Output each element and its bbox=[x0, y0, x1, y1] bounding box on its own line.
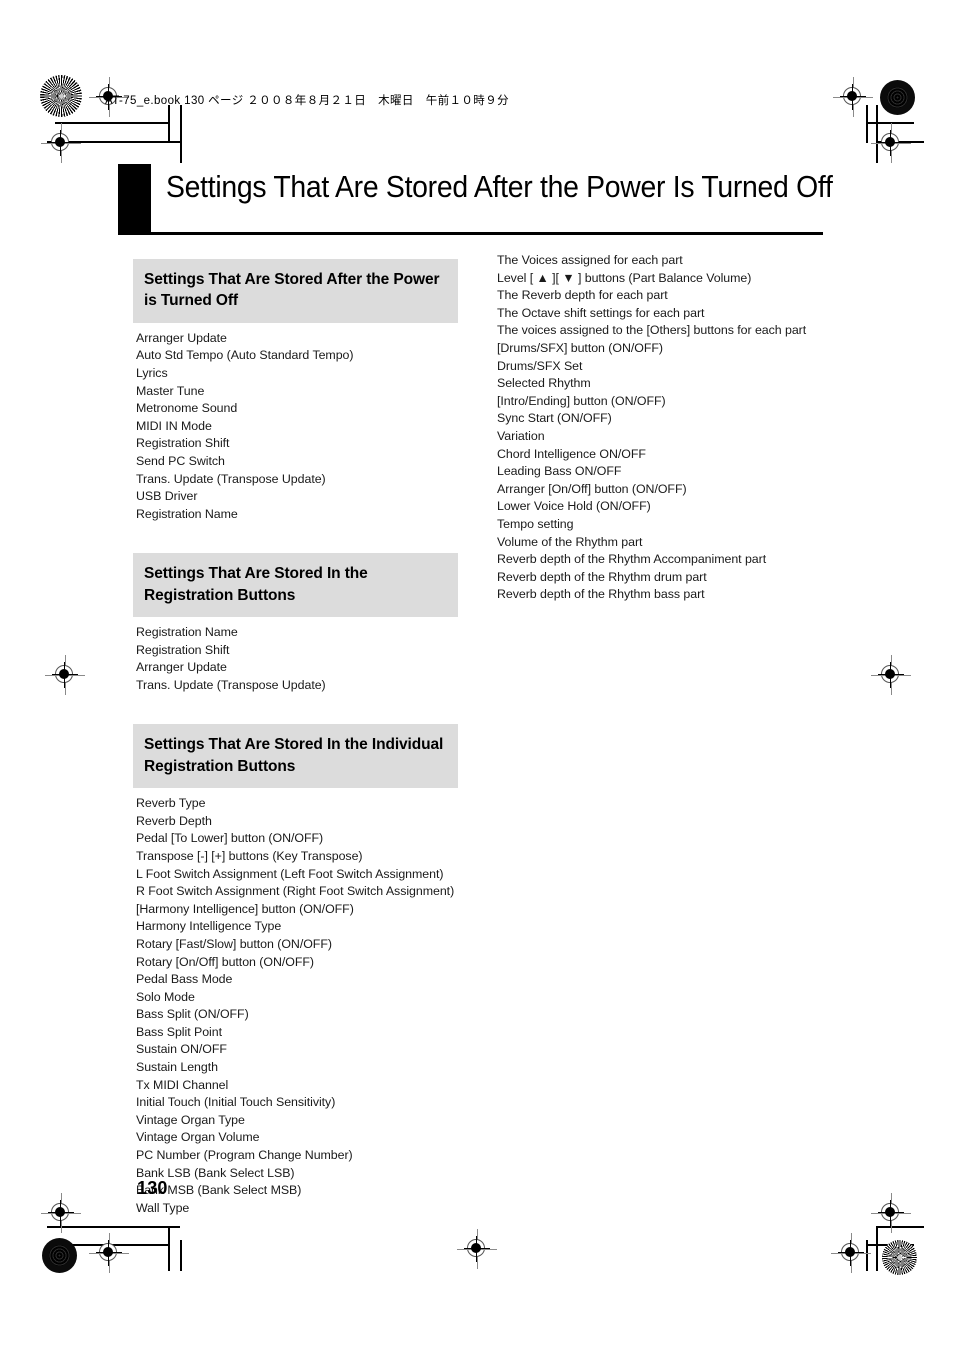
list-item: Bass Split Point bbox=[136, 1024, 222, 1039]
list-item: Registration Name bbox=[136, 625, 238, 640]
list-item: Sync Start (ON/OFF) bbox=[497, 411, 612, 426]
title-underline bbox=[118, 232, 823, 235]
crop-mark-bottom-right-vertical bbox=[876, 1226, 878, 1271]
page-title: Settings That Are Stored After the Power… bbox=[166, 170, 833, 204]
list-item: Lyrics bbox=[136, 365, 168, 380]
crop-mark-top-left-vertical bbox=[168, 105, 170, 141]
crop-mark-top-left-horizontal bbox=[55, 122, 170, 124]
list-item: Leading Bass ON/OFF bbox=[497, 464, 622, 479]
list-item: The voices assigned to the [Others] butt… bbox=[497, 323, 807, 338]
section-heading-individual-registration-buttons: Settings That Are Stored In the Individu… bbox=[133, 724, 458, 789]
list-item: Registration Shift bbox=[136, 642, 230, 657]
list-item: [Drums/SFX] button (ON/OFF) bbox=[497, 340, 663, 355]
list-item: Sustain Length bbox=[136, 1060, 218, 1075]
section-heading-registration-buttons: Settings That Are Stored In the Registra… bbox=[133, 553, 458, 618]
list-item: [Harmony Intelligence] button (ON/OFF) bbox=[136, 901, 354, 916]
list-item: Registration Shift bbox=[136, 436, 230, 451]
list-item: Arranger Update bbox=[136, 660, 227, 675]
registration-mark-top-right-lower bbox=[871, 123, 911, 163]
list-item: R Foot Switch Assignment (Right Foot Swi… bbox=[136, 884, 455, 899]
crop-mark-bottom-right-horizontal bbox=[876, 1226, 924, 1228]
list-item: Vintage Organ Volume bbox=[136, 1130, 260, 1145]
section-heading-power-off: Settings That Are Stored After the Power… bbox=[133, 259, 458, 323]
settings-list-individual-registration-continued: The Voices assigned for each part Level [… bbox=[494, 252, 819, 604]
list-item: Registration Name bbox=[136, 506, 238, 521]
list-item: Solo Mode bbox=[136, 989, 195, 1004]
registration-mark-right-middle bbox=[871, 655, 911, 695]
list-item: Lower Voice Hold (ON/OFF) bbox=[497, 499, 651, 514]
halftone-target-top-left bbox=[40, 75, 82, 117]
crop-mark-bottom-left-horizontal bbox=[47, 1226, 180, 1228]
list-item: The Reverb depth for each part bbox=[497, 288, 668, 303]
list-item: Rotary [On/Off] button (ON/OFF) bbox=[136, 954, 314, 969]
list-item: Tempo setting bbox=[497, 516, 574, 531]
list-item: Reverb Depth bbox=[136, 813, 212, 828]
registration-mark-bottom-right bbox=[831, 1233, 871, 1273]
settings-list-power-off: Arranger Update Auto Std Tempo (Auto Stan… bbox=[133, 323, 458, 524]
crop-mark-bottom-right-vertical-2 bbox=[866, 1240, 868, 1271]
registration-mark-left-middle bbox=[45, 655, 85, 695]
list-item: Arranger [On/Off] button (ON/OFF) bbox=[497, 481, 687, 496]
list-item: Reverb depth of the Rhythm Accompaniment… bbox=[497, 552, 767, 567]
list-item: The Octave shift settings for each part bbox=[497, 305, 705, 320]
crop-mark-top-left-vertical-2 bbox=[180, 105, 182, 163]
list-item: Chord Intelligence ON/OFF bbox=[497, 446, 646, 461]
settings-list-registration-buttons: Registration Name Registration Shift Arran… bbox=[133, 617, 458, 694]
title-accent-bar bbox=[118, 164, 151, 232]
list-item: The Voices assigned for each part bbox=[497, 253, 683, 267]
list-item: [Intro/Ending] button (ON/OFF) bbox=[497, 393, 666, 408]
list-item: Variation bbox=[497, 428, 545, 443]
list-item: Reverb depth of the Rhythm bass part bbox=[497, 587, 705, 602]
running-head: AT-75_e.book 130 ページ ２００８年８月２１日 木曜日 午前１０… bbox=[105, 95, 509, 107]
halftone-target-bottom-left bbox=[42, 1238, 77, 1273]
page-number: 130 bbox=[137, 1178, 168, 1198]
list-item: Wall Type bbox=[136, 1200, 190, 1215]
list-item: USB Driver bbox=[136, 489, 198, 504]
list-item: Tx MIDI Channel bbox=[136, 1077, 229, 1092]
list-item: Transpose [-] [+] buttons (Key Transpose… bbox=[136, 848, 363, 863]
list-item: MIDI IN Mode bbox=[136, 418, 212, 433]
list-item: Reverb Type bbox=[136, 796, 206, 811]
registration-mark-bottom-left bbox=[89, 1233, 129, 1273]
registration-mark-bottom-right-upper bbox=[871, 1193, 911, 1233]
list-item: Master Tune bbox=[136, 383, 205, 398]
list-item: Bank LSB (Bank Select LSB) bbox=[136, 1165, 295, 1180]
list-item: Reverb depth of the Rhythm drum part bbox=[497, 569, 707, 584]
list-item: Bank MSB (Bank Select MSB) bbox=[136, 1183, 302, 1198]
list-item: Initial Touch (Initial Touch Sensitivity… bbox=[136, 1095, 336, 1110]
crop-mark-bottom-left-vertical-2 bbox=[180, 1240, 182, 1271]
list-item: Volume of the Rhythm part bbox=[497, 534, 643, 549]
list-item: Pedal Bass Mode bbox=[136, 972, 233, 987]
list-item: Trans. Update (Transpose Update) bbox=[136, 677, 326, 692]
right-column: The Voices assigned for each part Level [… bbox=[494, 252, 819, 604]
list-item: Vintage Organ Type bbox=[136, 1112, 245, 1127]
registration-mark-top-left-lower bbox=[41, 123, 81, 163]
list-item: Send PC Switch bbox=[136, 453, 225, 468]
list-item: Arranger Update bbox=[136, 330, 227, 345]
list-item: Rotary [Fast/Slow] button (ON/OFF) bbox=[136, 936, 332, 951]
list-item: Harmony Intelligence Type bbox=[136, 919, 282, 934]
list-item: PC Number (Program Change Number) bbox=[136, 1148, 353, 1163]
list-item: Sustain ON/OFF bbox=[136, 1042, 227, 1057]
list-item: Drums/SFX Set bbox=[497, 358, 583, 373]
registration-mark-bottom-center bbox=[457, 1229, 497, 1269]
page-title-block: Settings That Are Stored After the Power… bbox=[118, 164, 833, 240]
list-item: Trans. Update (Transpose Update) bbox=[136, 471, 326, 486]
list-item: Level [ ▲ ][ ▼ ] buttons (Part Balance V… bbox=[497, 270, 752, 285]
registration-mark-top-right bbox=[833, 77, 873, 117]
list-item: Selected Rhythm bbox=[497, 376, 591, 391]
settings-list-individual-registration-buttons: Reverb Type Reverb Depth Pedal [To Lower] … bbox=[133, 788, 458, 1217]
halftone-target-top-right bbox=[880, 80, 915, 115]
crop-mark-top-right-vertical bbox=[866, 105, 868, 143]
list-item: Pedal [To Lower] button (ON/OFF) bbox=[136, 831, 324, 846]
list-item: Bass Split (ON/OFF) bbox=[136, 1007, 249, 1022]
list-item: Auto Std Tempo (Auto Standard Tempo) bbox=[136, 348, 354, 363]
left-column: Settings That Are Stored After the Power… bbox=[133, 259, 458, 1217]
crop-mark-bottom-left-vertical bbox=[168, 1226, 170, 1271]
registration-mark-bottom-left-upper bbox=[41, 1193, 81, 1233]
halftone-target-bottom-right bbox=[882, 1240, 917, 1275]
list-item: Metronome Sound bbox=[136, 401, 238, 416]
list-item: L Foot Switch Assignment (Left Foot Swit… bbox=[136, 866, 444, 881]
